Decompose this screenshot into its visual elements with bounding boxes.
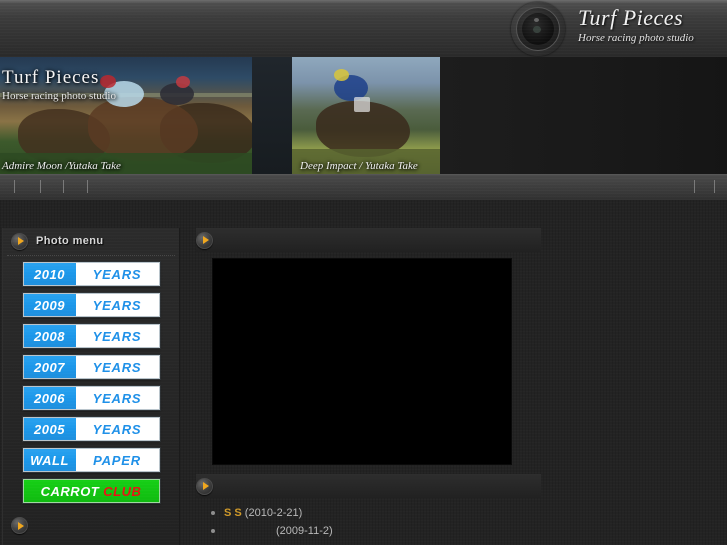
banner-photo-2[interactable] [292,57,440,174]
nav-separator [63,180,64,193]
saddle-number [354,97,370,112]
banner-title: Turf Pieces [2,67,100,88]
nav-separator [714,180,715,193]
site-title: Turf Pieces [578,5,684,30]
year-chip: 2007 [23,356,76,378]
play-triangle-icon [196,477,213,495]
play-triangle-icon [196,231,213,249]
photo-menu-header: Photo menu [3,228,179,254]
sidebar-item-label: YEARS [92,328,142,344]
sidebar-item-year: 2006 [34,390,65,406]
years-chip: YEARS [75,418,159,440]
sidebar-item-year: 2007 [34,359,65,375]
year-chip: 2010 [23,263,76,285]
page-root: Turf Pieces Horse racing photo studio Tu [0,0,727,545]
news-mark: S S [224,507,242,519]
sidebar-item-carrot-club[interactable]: CARROT CLUB [21,478,161,504]
sidebar-footer [3,510,179,534]
sidebar-item-label: YEARS [92,266,142,282]
media-placeholder[interactable] [212,258,512,465]
wall-chip: WALL [23,449,76,471]
play-triangle-icon [11,232,28,250]
sidebar-item-2008[interactable]: 2008 YEARS [21,323,161,349]
jockey-helmet-shape [334,69,349,81]
paper-chip: PAPER [75,449,159,471]
years-chip: YEARS [75,294,159,316]
news-date: (2009-11-2) [276,525,333,537]
lens-glint [534,18,539,22]
divider [7,255,175,256]
sidebar-item-2007[interactable]: 2007 YEARS [21,354,161,380]
sidebar-item-label: YEARS [92,421,142,437]
banner-tagline: Horse racing photo studio [2,90,116,102]
sidebar-item-word1: CARROT [40,483,100,499]
banner-caption-2: Deep Impact / Yutaka Take [300,160,418,172]
section-header-gallery [196,228,541,252]
news-list: S S (2010-2-21) (2009-11-2) [206,504,541,540]
site-header: Turf Pieces Horse racing photo studio [0,0,727,57]
banner-overlay-text: Turf Pieces Horse racing photo studio [2,67,116,103]
news-date: (2010-2-21) [244,507,303,519]
sidebar-item-label: YEARS [92,359,142,375]
nav-separator [694,180,695,193]
carrot-club-chip: CARROT CLUB [23,480,159,502]
banner-strip: Turf Pieces Horse racing photo studio Ad… [0,57,727,174]
sidebar: Photo menu 2010 YEARS 2009 YEARS 2008 YE… [2,228,180,545]
brand-block: Turf Pieces Horse racing photo studio [578,5,694,45]
year-chip: 2009 [23,294,76,316]
camera-lens-icon [511,2,565,56]
sidebar-item-word2: PAPER [93,452,141,468]
lens-glass [533,26,541,33]
year-chip: 2006 [23,387,76,409]
sidebar-item-2010[interactable]: 2010 YEARS [21,261,161,287]
sidebar-item-word1: WALL [30,452,69,468]
years-chip: YEARS [75,387,159,409]
sidebar-item-label: YEARS [92,297,142,313]
list-item[interactable]: (2009-11-2) [206,522,541,540]
photo-menu-list: 2010 YEARS 2009 YEARS 2008 YEARS 2007 YE… [3,256,179,504]
banner-gap [252,57,292,174]
banner-filler [440,57,727,174]
main-navigation [0,174,727,200]
years-chip: YEARS [75,325,159,347]
years-chip: YEARS [75,356,159,378]
sidebar-item-word2: CLUB [103,483,142,499]
sidebar-item-2006[interactable]: 2006 YEARS [21,385,161,411]
play-triangle-icon[interactable] [11,517,28,534]
jockey-shape [160,83,194,105]
year-chip: 2008 [23,325,76,347]
photo-menu-label: Photo menu [36,235,104,247]
nav-separator [40,180,41,193]
section-header-news [196,474,541,498]
sidebar-item-year: 2008 [34,328,65,344]
sidebar-item-year: 2005 [34,421,65,437]
main-content: S S (2010-2-21) (2009-11-2) [196,228,541,545]
nav-separator [87,180,88,193]
year-chip: 2005 [23,418,76,440]
sidebar-item-2005[interactable]: 2005 YEARS [21,416,161,442]
sidebar-item-year: 2009 [34,297,65,313]
sidebar-item-year: 2010 [34,266,65,282]
nav-separator [14,180,15,193]
site-tagline: Horse racing photo studio [578,32,694,44]
sidebar-item-2009[interactable]: 2009 YEARS [21,292,161,318]
jockey-helmet-shape [176,76,190,88]
banner-caption-1: Admire Moon /Yutaka Take [2,160,121,172]
list-item[interactable]: S S (2010-2-21) [206,504,541,522]
sidebar-item-wallpaper[interactable]: WALL PAPER [21,447,161,473]
sidebar-item-label: YEARS [92,390,142,406]
years-chip: YEARS [75,263,159,285]
